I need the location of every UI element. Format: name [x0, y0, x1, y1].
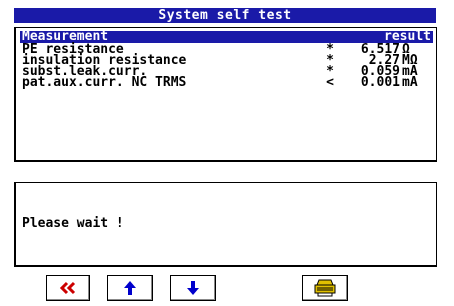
- measurement-unit: mA: [402, 75, 418, 90]
- measurement-value: 0.001: [360, 75, 400, 90]
- back-button[interactable]: [46, 275, 90, 301]
- scroll-down-button[interactable]: [170, 275, 216, 301]
- status-message: Please wait !: [22, 216, 124, 231]
- print-button[interactable]: [302, 275, 348, 301]
- message-panel: Please wait !: [14, 182, 437, 267]
- result-row: pat.aux.curr. NC TRMS < 0.001 mA: [22, 75, 434, 90]
- scroll-up-button[interactable]: [107, 275, 153, 301]
- arrow-down-icon: [186, 280, 200, 296]
- window-title: System self test: [14, 8, 436, 23]
- results-panel: Measurement result PE resistance * 6.517…: [14, 27, 437, 162]
- arrow-up-icon: [123, 280, 137, 296]
- measurement-flag: <: [326, 75, 334, 90]
- double-chevron-left-icon: [58, 281, 78, 295]
- measurement-name: pat.aux.curr. NC TRMS: [22, 75, 187, 90]
- printer-icon: [313, 279, 337, 297]
